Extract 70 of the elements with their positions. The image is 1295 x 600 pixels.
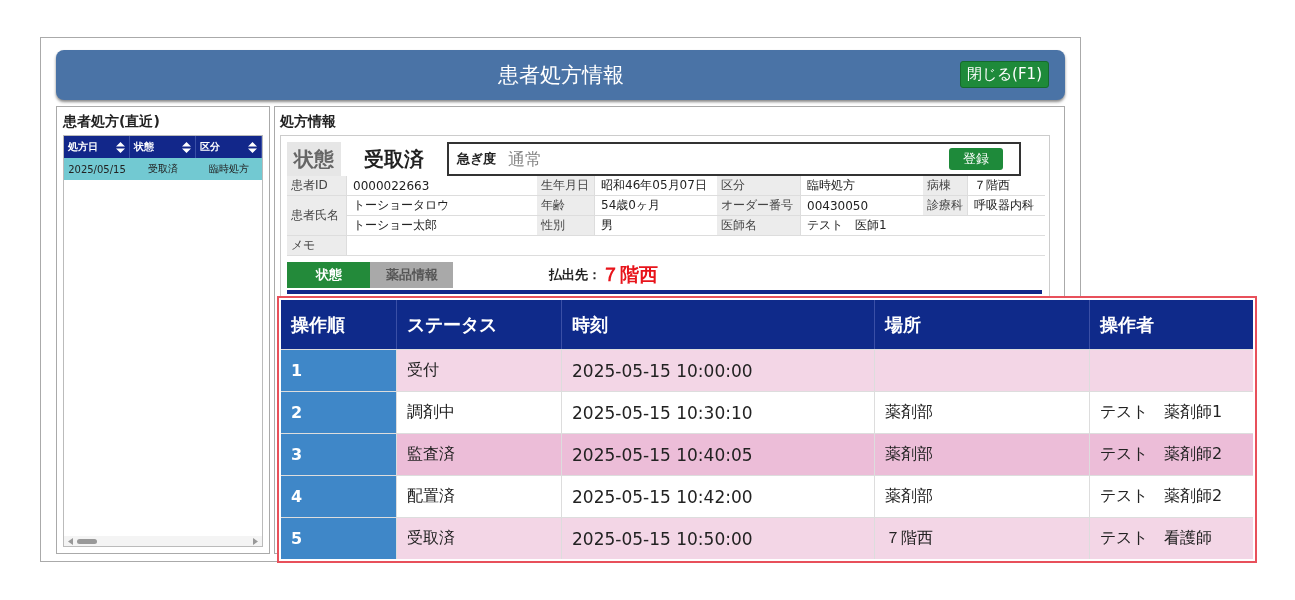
table-row[interactable]: 2 調剤中 2025-05-15 10:30:10 薬剤部 テスト 薬剤師1 <box>281 392 1253 434</box>
window-title: 患者処方情報 <box>497 62 624 89</box>
field-value: トーショータロウ <box>347 196 537 216</box>
horizontal-scrollbar[interactable] <box>64 536 262 546</box>
sort-icon <box>248 141 257 153</box>
field-label: 年齢 <box>537 196 595 216</box>
field-label: メモ <box>287 236 347 256</box>
table-row[interactable]: 5 受取済 2025-05-15 10:50:00 ７階西 テスト 看護師 <box>281 518 1253 559</box>
table-cell: 薬剤部 <box>875 476 1090 517</box>
table-cell-text: テスト 薬剤師2 <box>1099 443 1224 465</box>
table-cell: 1 <box>281 350 397 391</box>
destination-value: ７階西 <box>601 262 658 287</box>
table-cell: ７階西 <box>875 518 1090 559</box>
column-header: 操作者 <box>1099 312 1155 337</box>
scroll-right-icon[interactable] <box>253 537 258 545</box>
field-label: 生年月日 <box>537 176 595 196</box>
table-cell-text: テスト 薬剤師2 <box>1099 485 1224 507</box>
table-cell: 薬剤部 <box>875 392 1090 433</box>
section-title: 処方情報 <box>280 113 337 131</box>
table-cell: 2025-05-15 10:00:00 <box>562 350 875 391</box>
list-row[interactable]: 2025/05/15 受取済 臨時処方 <box>64 158 262 180</box>
status-value: 受取済 <box>363 145 425 173</box>
table-cell: 3 <box>281 434 397 475</box>
table-cell: 2025-05-15 10:50:00 <box>562 518 875 559</box>
column-header: 操作順 <box>281 300 397 349</box>
table-cell-text: テスト 看護師 <box>1099 527 1213 549</box>
table-cell: 監査済 <box>397 434 562 475</box>
urgency-label: 急ぎ度 <box>457 150 496 168</box>
field-label: 性別 <box>537 216 595 236</box>
field-value: ７階西 <box>968 176 1045 196</box>
field-value: トーショー太郎 <box>347 216 537 236</box>
table-cell: 配置済 <box>397 476 562 517</box>
field-label: オーダー番号 <box>717 196 801 216</box>
urgency-value: 通常 <box>508 147 543 171</box>
section-title: 患者処方(直近) <box>63 113 161 131</box>
column-header: 場所 <box>875 300 1090 349</box>
table-cell: 受付 <box>397 350 562 391</box>
scroll-left-icon[interactable] <box>68 537 73 545</box>
field-label: 患者ID <box>287 176 347 196</box>
column-header: ステータス <box>397 300 562 349</box>
table-cell: 4 <box>281 476 397 517</box>
status-label: 状態 <box>287 142 341 176</box>
field-value: 0000022663 <box>347 176 537 196</box>
field-value: 呼吸器内科 <box>968 196 1045 216</box>
field-label: 診療科 <box>923 196 968 216</box>
table-row[interactable]: 3 監査済 2025-05-15 10:40:05 薬剤部 テスト 薬剤師2 <box>281 434 1253 476</box>
table-cell: 2025-05-15 10:40:05 <box>562 434 875 475</box>
sort-icon <box>182 141 191 153</box>
table-cell: 2 <box>281 392 397 433</box>
table-cell: 2025-05-15 10:42:00 <box>562 476 875 517</box>
destination-label: 払出先： <box>549 266 601 284</box>
table-cell: 5 <box>281 518 397 559</box>
scrollbar-thumb[interactable] <box>77 538 97 544</box>
tab[interactable]: 状態 <box>287 262 370 288</box>
field-label: 区分 <box>717 176 801 196</box>
table-row[interactable]: 1 受付 2025-05-15 10:00:00 <box>281 350 1253 392</box>
field-label: 患者氏名 <box>287 196 347 236</box>
table-cell: 2025-05-15 10:30:10 <box>562 392 875 433</box>
close-button[interactable]: 閉じる(F1) <box>960 61 1049 88</box>
field-value: テスト 医師1 <box>801 216 1045 236</box>
table-cell: 薬剤部 <box>875 434 1090 475</box>
column-header: 時刻 <box>562 300 875 349</box>
field-label: 医師名 <box>717 216 801 236</box>
table-cell: 調剤中 <box>397 392 562 433</box>
sort-icon <box>116 141 125 153</box>
register-button[interactable]: 登録 <box>949 148 1003 170</box>
field-label: 病棟 <box>923 176 968 196</box>
table-cell: 受取済 <box>397 518 562 559</box>
table-cell-text: テスト 薬剤師1 <box>1099 401 1224 423</box>
table-row[interactable]: 4 配置済 2025-05-15 10:42:00 薬剤部 テスト 薬剤師2 <box>281 476 1253 518</box>
